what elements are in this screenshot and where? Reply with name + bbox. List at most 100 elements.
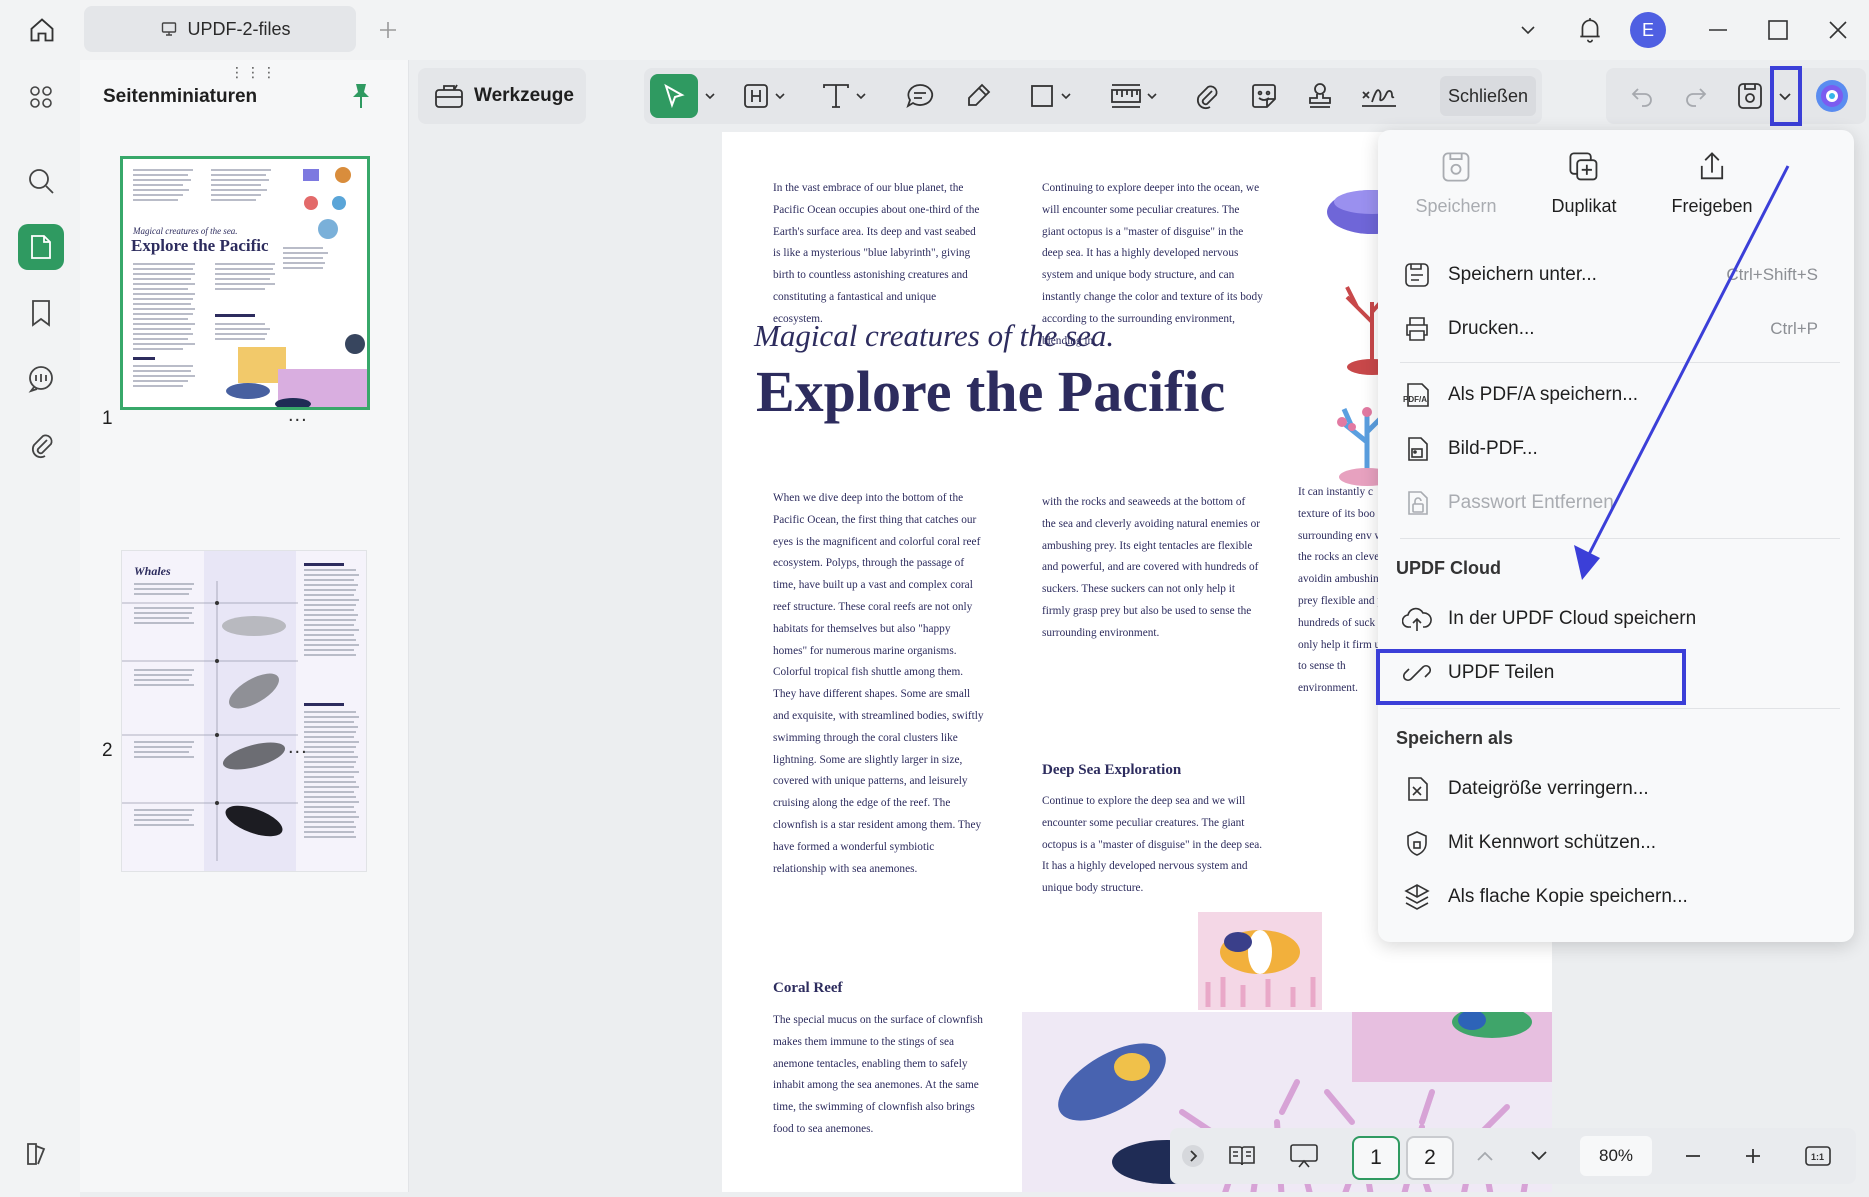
section-label: Speichern als <box>1396 728 1514 748</box>
left-rail <box>0 60 80 1197</box>
thumbnail-more-icon[interactable]: ... <box>288 404 308 427</box>
paragraph: Continue to explore the deep sea and we … <box>1042 795 1263 895</box>
reading-mode-icon[interactable] <box>1220 1136 1264 1176</box>
section-heading: Deep Sea Exploration <box>1042 762 1182 778</box>
shape-tool[interactable] <box>1020 74 1080 118</box>
share-highlight-box <box>1376 649 1686 705</box>
image-pdf-icon <box>1400 432 1434 466</box>
right-toolbar <box>1606 68 1866 124</box>
attach-file-tool[interactable] <box>1184 74 1228 118</box>
chevron-down-icon[interactable] <box>1146 91 1158 101</box>
menu-label: Mit Kennwort schützen... <box>1448 832 1657 853</box>
zoom-level[interactable]: 80% <box>1580 1136 1652 1176</box>
section-label: UPDF Cloud <box>1396 558 1501 578</box>
menu-reduce-size[interactable]: Dateigröße verringern... <box>1400 766 1840 812</box>
thumbnail-page-number: 1 <box>102 408 113 429</box>
chevron-down-icon[interactable] <box>1060 91 1072 101</box>
paragraph: When we dive deep into the bottom of the… <box>773 492 984 875</box>
bookmark-icon[interactable] <box>18 290 64 336</box>
thumbnail-panel: ⋮⋮⋮ Seitenminiaturen Magical creatures o… <box>80 60 409 1192</box>
compress-icon <box>1400 772 1434 806</box>
page-thumbnails-icon[interactable] <box>18 224 64 270</box>
thumb1-title: Explore the Pacific <box>131 236 269 255</box>
save-icon <box>1439 150 1473 184</box>
bottom-bar: 1 2 80% 1:1 <box>1170 1128 1856 1184</box>
text-tool[interactable] <box>814 74 874 118</box>
undo-icon[interactable] <box>1620 74 1664 118</box>
document-tab[interactable]: UPDF-2-files <box>84 6 356 52</box>
avatar[interactable]: E <box>1630 12 1666 48</box>
menu-flatten-copy[interactable]: Als flache Kopie speichern... <box>1400 874 1840 920</box>
save-icon[interactable] <box>1728 74 1772 118</box>
presentation-icon[interactable] <box>1282 1136 1326 1176</box>
chevron-down-icon[interactable] <box>1524 1136 1554 1176</box>
paragraph: In the vast embrace of our blue planet, … <box>773 182 980 325</box>
zoom-out-icon[interactable] <box>1678 1136 1708 1176</box>
signature-tool[interactable] <box>1354 74 1404 118</box>
annotation-arrow <box>1574 165 1790 580</box>
grid-icon[interactable] <box>18 74 64 120</box>
maximize-icon[interactable] <box>1760 12 1796 48</box>
stamp-tool[interactable] <box>1298 74 1342 118</box>
page-2-button[interactable]: 2 <box>1406 1136 1454 1180</box>
add-tab-icon[interactable] <box>372 14 404 46</box>
toolbox-icon <box>434 82 464 110</box>
pencil-tool[interactable] <box>956 74 1000 118</box>
shield-lock-icon <box>1400 826 1434 860</box>
close-tools-button[interactable]: Schließen <box>1440 76 1536 116</box>
panel-title: Seitenminiaturen <box>103 86 258 107</box>
chevron-up-icon[interactable] <box>1470 1136 1500 1176</box>
zoom-in-icon[interactable] <box>1738 1136 1768 1176</box>
paragraph: The special mucus on the surface of clow… <box>773 1014 983 1135</box>
chevron-down-icon[interactable] <box>702 74 718 118</box>
tab-title: UPDF-2-files <box>187 18 291 39</box>
home-icon[interactable] <box>20 10 64 50</box>
menu-save-cloud[interactable]: In der UPDF Cloud speichern <box>1400 596 1840 642</box>
page-1-button[interactable]: 1 <box>1352 1136 1400 1180</box>
thumbnail-page-2[interactable]: Whales <box>122 551 366 871</box>
close-icon[interactable] <box>1820 12 1856 48</box>
minimize-icon[interactable] <box>1700 12 1736 48</box>
monitor-icon <box>161 21 177 37</box>
thumb1-subtitle: Magical creatures of the sea. <box>132 226 238 236</box>
thumbnail-more-icon[interactable]: ... <box>288 736 308 759</box>
printer-icon <box>1400 312 1434 346</box>
tools-button[interactable]: Werkzeuge <box>418 68 586 124</box>
highlight-tool[interactable] <box>734 74 794 118</box>
thumb2-title: Whales <box>134 564 171 578</box>
unlock-icon <box>1400 486 1434 520</box>
clownfish-image <box>1198 912 1322 1010</box>
thumbnail-page-number: 2 <box>102 740 113 761</box>
bell-icon[interactable] <box>1572 10 1608 50</box>
chevron-down-icon[interactable] <box>1512 14 1544 46</box>
svg-text:PDF/A: PDF/A <box>1403 395 1427 404</box>
measure-tool[interactable] <box>1102 74 1166 118</box>
paragraph: with the rocks and seaweeds at the botto… <box>1042 496 1261 639</box>
comment-icon[interactable] <box>18 356 64 402</box>
chevron-down-icon[interactable] <box>774 91 786 101</box>
actual-size-icon[interactable]: 1:1 <box>1798 1136 1838 1176</box>
redo-icon[interactable] <box>1674 74 1718 118</box>
save-dropdown-highlight <box>1770 66 1802 126</box>
attachment-icon[interactable] <box>18 422 64 468</box>
menu-protect-password[interactable]: Mit Kennwort schützen... <box>1400 820 1840 866</box>
layers-icon <box>1400 880 1434 914</box>
menu-label: Als flache Kopie speichern... <box>1448 886 1688 907</box>
comment-tool[interactable] <box>898 74 942 118</box>
menu-save[interactable]: Speichern <box>1396 150 1516 217</box>
search-icon[interactable] <box>18 158 64 204</box>
select-tool[interactable] <box>650 74 698 118</box>
theme-toggle-icon[interactable] <box>24 1140 50 1168</box>
menu-label: Drucken... <box>1448 318 1535 339</box>
drag-handle[interactable]: ⋮⋮⋮ <box>230 64 278 81</box>
document-subtitle: Magical creatures of the sea. <box>754 318 1115 353</box>
save-as-icon <box>1400 258 1434 292</box>
tools-label: Werkzeuge <box>474 85 574 106</box>
pin-icon[interactable] <box>348 82 374 110</box>
expand-icon[interactable] <box>1176 1136 1210 1176</box>
ai-assistant-icon[interactable] <box>1810 74 1854 118</box>
section-heading: Coral Reef <box>773 980 843 996</box>
sticker-tool[interactable] <box>1242 74 1286 118</box>
thumbnail-page-1[interactable]: Magical creatures of the sea. Explore th… <box>120 156 370 410</box>
chevron-down-icon[interactable] <box>855 91 867 101</box>
